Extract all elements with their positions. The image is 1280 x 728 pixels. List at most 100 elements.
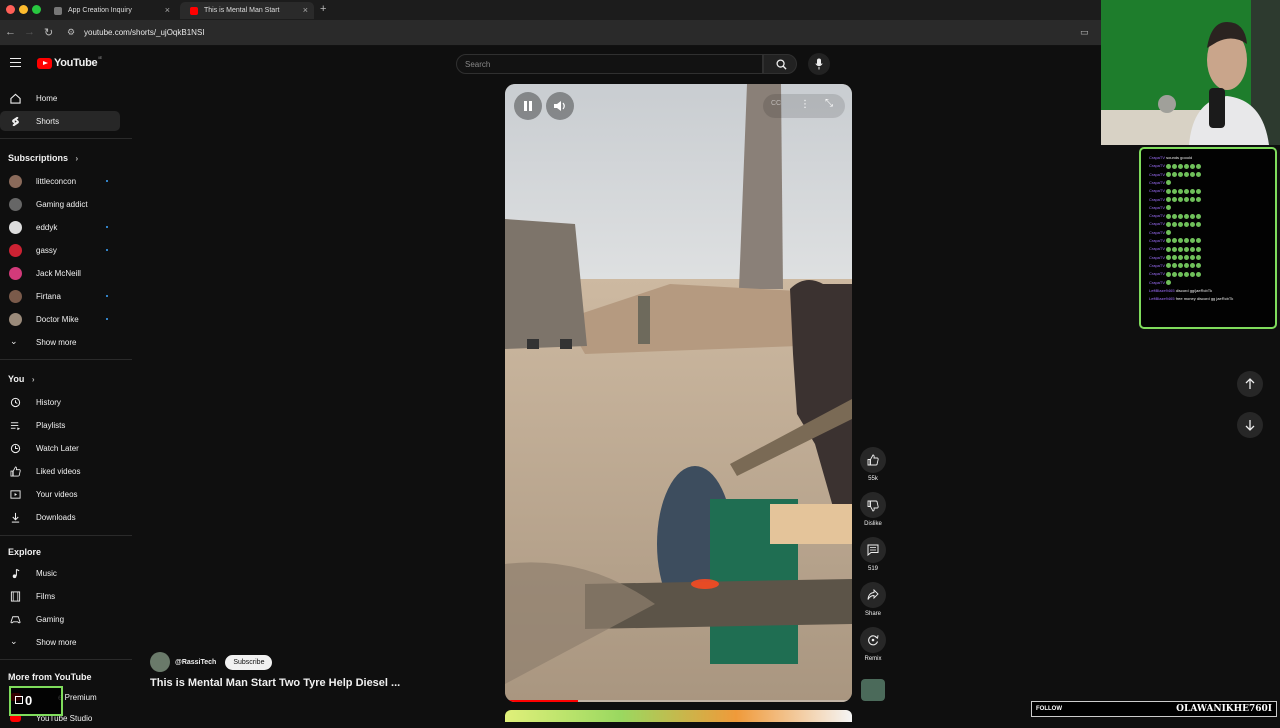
previous-short-button[interactable] [1237,371,1263,397]
dislike-button[interactable]: Dislike [858,492,888,527]
emote-icon [1190,172,1196,178]
more-options-icon[interactable]: ⋮ [800,99,810,110]
sidebar-item-subscription[interactable]: gassy [0,240,120,260]
sidebar-item-history[interactable]: History [0,392,120,412]
sidebar-item-subscription[interactable]: littleconcon [0,171,120,191]
new-content-dot [106,226,108,228]
emote-icon [1184,196,1190,202]
square-icon [15,696,23,704]
remix-button[interactable]: Remix [858,627,888,662]
sidebar-item-subscription[interactable]: Gaming addict [0,194,120,214]
emote-icon [1196,188,1202,194]
emote-icon [1196,263,1202,269]
chat-line: CrapaTV [1149,255,1202,261]
sidebar-item-subscription[interactable]: eddyk [0,217,120,237]
sidebar-item-subscription[interactable]: Jack McNeill [0,263,120,283]
sidebar-item-label: gassy [36,245,57,255]
like-button[interactable]: 55k [858,447,888,482]
follow-label: FOLLOW [1036,706,1062,712]
chat-line: CrapaTV sounds gooold [1149,155,1192,160]
tab-favicon-icon [54,7,62,15]
chat-line: CrapaTV [1149,238,1202,244]
forward-icon[interactable]: → [24,26,35,38]
chat-username: LeftBlaze9465 [1149,296,1175,302]
chat-username: CrapaTV [1149,196,1166,202]
music-icon [12,568,20,578]
region-badge: IE [98,54,103,60]
youtube-play-icon [37,57,52,69]
sound-thumbnail[interactable] [861,679,885,701]
show-more-explore[interactable]: ⌄ Show more [0,632,120,652]
sidebar-item-music[interactable]: Music [0,563,120,583]
emote-icon [1196,163,1202,169]
chat-line: CrapaTV [1149,205,1172,211]
sidebar-item-home[interactable]: Home [0,88,120,108]
next-short-button[interactable] [1237,412,1263,438]
avatar [9,174,22,188]
subscribe-button[interactable]: Subscribe [225,654,273,670]
arrow-up-icon [1245,378,1255,389]
comments-button[interactable]: 519 [858,537,888,572]
chat-message: sounds gooold [1166,155,1193,160]
sidebar-item-label: History [36,397,61,407]
sidebar-item-gaming[interactable]: Gaming [0,609,120,629]
maximize-window-button[interactable] [32,5,41,14]
back-icon[interactable]: ← [5,26,16,38]
more-from-youtube-heading: More from YouTube [8,672,92,682]
minimize-window-button[interactable] [19,5,28,14]
volume-button[interactable] [546,92,574,120]
new-tab-icon[interactable]: + [320,3,326,15]
search-input[interactable]: Search [456,54,763,74]
sidebar-item-downloads[interactable]: Downloads [0,507,120,527]
sidebar-item-playlists[interactable]: Playlists [0,415,120,435]
sidebar-item-watch-later[interactable]: Watch Later [0,438,120,458]
browser-tab-shorts[interactable]: This is Mental Man Start × [180,2,314,19]
sidebar-item-label: Gaming addict [36,199,88,209]
sidebar-item-films[interactable]: Films [0,586,120,606]
chat-username: CrapaTV [1149,221,1166,227]
liked-icon [10,466,21,476]
emote-icon [1178,255,1184,261]
sidebar-item-subscription[interactable]: Firtana [0,286,120,306]
emote-icon [1178,213,1184,219]
cast-icon[interactable]: ▭ [1080,27,1089,38]
progress-bar[interactable] [505,700,852,702]
subscriptions-heading[interactable]: Subscriptions › [8,153,78,163]
fullscreen-icon[interactable]: ⤡ [825,98,833,109]
reload-icon[interactable]: ↻ [44,26,53,39]
shorts-video-player[interactable]: CC ⋮ ⤡ [505,84,852,702]
emote-icon [1190,196,1196,202]
close-icon[interactable]: × [303,5,308,15]
sidebar-item-your-videos[interactable]: Your videos [0,484,120,504]
sidebar-divider [0,138,132,139]
emote-icon [1166,213,1172,219]
close-window-button[interactable] [6,5,15,14]
browser-tab-app-creation[interactable]: App Creation Inquiry × [44,2,176,19]
url-field[interactable]: youtube.com/shorts/_ujOqkB1NSI [84,28,205,37]
you-heading[interactable]: You › [8,374,35,384]
video-title[interactable]: This is Mental Man Start Two Tyre Help D… [150,677,400,689]
sidebar-item-subscription[interactable]: Doctor Mike [0,309,120,329]
show-more-subscriptions[interactable]: ⌄ Show more [0,332,120,352]
youtube-page: YouTube IE Search Home Shorts Subscripti… [0,46,1263,723]
sidebar-item-shorts[interactable]: Shorts [0,111,120,131]
pause-button[interactable] [514,92,542,120]
next-short-preview[interactable] [505,710,852,722]
webcam-feed [1101,0,1280,145]
sidebar-item-liked-videos[interactable]: Liked videos [0,461,120,481]
voice-search-button[interactable] [808,53,830,75]
channel-name[interactable]: @RassiTech [175,659,216,666]
captions-icon[interactable]: CC [771,100,781,107]
youtube-logo[interactable]: YouTube IE [37,54,103,69]
films-icon [10,590,21,602]
emote-icon [1184,172,1190,178]
search-button[interactable] [763,54,797,74]
emote-icon [1178,238,1184,244]
channel-avatar[interactable] [150,652,170,672]
menu-icon[interactable] [10,58,21,67]
share-button[interactable]: Share [858,582,888,617]
site-info-icon[interactable]: ⚙ [67,27,75,38]
close-icon[interactable]: × [165,5,170,15]
emote-icon [1196,221,1202,227]
progress-fill [505,700,578,702]
